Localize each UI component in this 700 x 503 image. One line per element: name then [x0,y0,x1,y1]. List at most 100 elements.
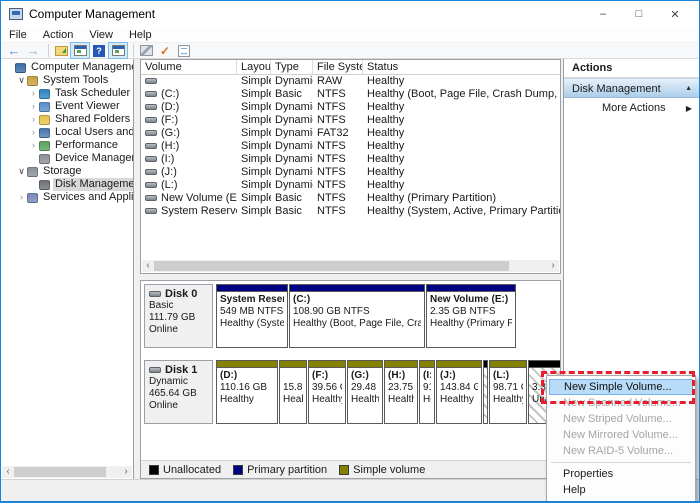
partition-unallocated[interactable] [483,360,488,424]
tree-item-shared-folders[interactable]: ›Shared Folders [1,113,133,126]
tree-item-computer-management-local[interactable]: Computer Management (Local) [1,61,133,74]
scroll-right-icon[interactable]: › [120,466,132,478]
collapsed-chevron-icon[interactable]: › [29,100,38,113]
help-icon[interactable]: ? [90,43,108,58]
partition-new-volume-e-[interactable]: New Volume (E:)2.35 GB NTFSHealthy (Prim… [426,284,516,348]
partition--g-[interactable]: (G:)29.48 GBHealthy [347,360,383,424]
expanded-chevron-icon[interactable]: ∨ [17,165,26,178]
table-row[interactable]: System Reserved (K:)SimpleBasicNTFSHealt… [141,205,560,218]
cell: Healthy [363,114,561,127]
scroll-right-icon[interactable]: › [547,260,559,272]
collapse-icon[interactable]: ▲ [685,79,692,99]
tree-hscrollbar[interactable]: ‹› [2,466,132,478]
volume-icon [145,78,157,84]
disk-label-1[interactable]: Disk 1Dynamic465.64 GBOnline [144,360,213,424]
table-row[interactable]: (H:)SimpleDynamicNTFSHealthy [141,140,560,153]
partition-type-bar [309,361,345,368]
tree-item-task-scheduler[interactable]: ›Task Scheduler [1,87,133,100]
tree-item-storage[interactable]: ∨Storage [1,165,133,178]
table-row[interactable]: (G:)SimpleDynamicFAT32Healthy [141,127,560,140]
partition--f-[interactable]: (F:)39.56 GBHealthy [308,360,346,424]
partition--d-[interactable]: (D:)110.16 GBHealthy [216,360,278,424]
volume-name-cell: (J:) [141,166,237,179]
scroll-thumb[interactable] [14,467,106,477]
tree-item-services-and-applications[interactable]: ›Services and Applications [1,191,133,204]
partition-type-bar [484,361,487,368]
actions-group-disk-management[interactable]: Disk Management ▲ [564,78,700,98]
scroll-thumb[interactable] [154,261,509,271]
tree-item-event-viewer[interactable]: ›Event Viewer [1,100,133,113]
collapsed-chevron-icon[interactable]: › [29,126,38,139]
menu-file[interactable]: File [1,27,35,43]
disk-size: 111.79 GB [149,312,210,324]
menu-view[interactable]: View [81,27,121,43]
partition-type-bar [217,285,287,292]
partition-status: Healthy [440,394,478,406]
tree-item-performance[interactable]: ›Performance [1,139,133,152]
tree-item-system-tools[interactable]: ∨System Tools [1,74,133,87]
tree-item-device-manager[interactable]: Device Manager [1,152,133,165]
table-row[interactable]: New Volume (E:)SimpleBasicNTFSHealthy (P… [141,192,560,205]
partition-label: (I:) [423,370,431,382]
table-row[interactable]: (J:)SimpleDynamicNTFSHealthy [141,166,560,179]
partition-label: (D:) [220,370,274,382]
tool-icon[interactable] [137,43,155,58]
back-icon[interactable]: ← [5,43,23,58]
volume-icon [145,91,157,97]
partition--h-[interactable]: (H:)23.75 GBHealthy [384,360,418,424]
menu-help[interactable]: Help [121,27,160,43]
table-row[interactable]: (F:)SimpleDynamicNTFSHealthy [141,114,560,127]
event-viewer-icon [39,102,50,112]
table-row[interactable]: (D:)SimpleDynamicNTFSHealthy [141,101,560,114]
legend-swatch [149,465,159,475]
scroll-left-icon[interactable]: ‹ [2,466,14,478]
console-window-icon[interactable] [71,43,89,58]
partition--j-[interactable]: (J:)143.84 GBHealthy [436,360,482,424]
scroll-left-icon[interactable]: ‹ [142,260,154,272]
column-header-status[interactable]: Status [363,60,561,74]
app-icon [9,8,23,20]
disk-name: Disk 0 [149,288,210,300]
volume-name-cell: (H:) [141,140,237,153]
collapsed-chevron-icon[interactable]: › [29,113,38,126]
forward-icon[interactable]: → [24,43,42,58]
table-row[interactable]: (I:)SimpleDynamicNTFSHealthy [141,153,560,166]
disk-label-0[interactable]: Disk 0Basic111.79 GBOnline [144,284,213,348]
disk-kind: Dynamic [149,376,210,388]
partition--l-[interactable]: (L:)98.71 GBHealthy [489,360,527,424]
menu-item-properties[interactable]: Properties [549,466,693,482]
properties-panel-icon[interactable] [175,43,193,58]
table-row[interactable]: SimpleDynamicRAWHealthy [141,75,560,88]
partition-type-bar [385,361,417,368]
partition-system-reserved[interactable]: System Reserved549 MB NTFSHealthy (Syste… [216,284,288,348]
partition-status: Healthy (System, Active, Primary Partiti… [220,318,284,330]
menu-action[interactable]: Action [35,27,82,43]
maximize-button[interactable]: □ [621,1,657,27]
volume-label: (I:) [161,153,174,165]
cell: Basic [271,88,313,101]
column-header-layout[interactable]: Layout [237,60,271,74]
collapsed-chevron-icon[interactable]: › [17,191,26,204]
close-button[interactable]: ✕ [657,1,693,27]
column-header-type[interactable]: Type [271,60,313,74]
table-row[interactable]: (L:)SimpleDynamicNTFSHealthy [141,179,560,192]
expanded-chevron-icon[interactable]: ∨ [17,74,26,87]
tree-item-disk-management[interactable]: Disk Management [1,178,133,191]
volume-list-hscrollbar[interactable]: ‹ › [142,260,559,272]
partition--i-[interactable]: (I:)918Healthy [419,360,435,424]
check-icon[interactable]: ✓ [156,43,174,58]
console-window-icon-2[interactable] [109,43,127,58]
show-console-tree-icon[interactable] [52,43,70,58]
menu-item-help[interactable]: Help [549,482,693,498]
tree-item-local-users-and-groups[interactable]: ›Local Users and Groups [1,126,133,139]
column-header-volume[interactable]: Volume [141,60,237,74]
partition-15.87-gb[interactable]: 15.87 GBHealthy [279,360,307,424]
minimize-button[interactable]: – [585,1,621,27]
menu-bar: FileActionViewHelp [1,27,699,43]
collapsed-chevron-icon[interactable]: › [29,139,38,152]
partition--c-[interactable]: (C:)108.90 GB NTFSHealthy (Boot, Page Fi… [289,284,425,348]
more-actions-item[interactable]: More Actions ▶ [564,98,700,118]
collapsed-chevron-icon[interactable]: › [29,87,38,100]
column-header-file-system[interactable]: File System [313,60,363,74]
table-row[interactable]: (C:)SimpleBasicNTFSHealthy (Boot, Page F… [141,88,560,101]
